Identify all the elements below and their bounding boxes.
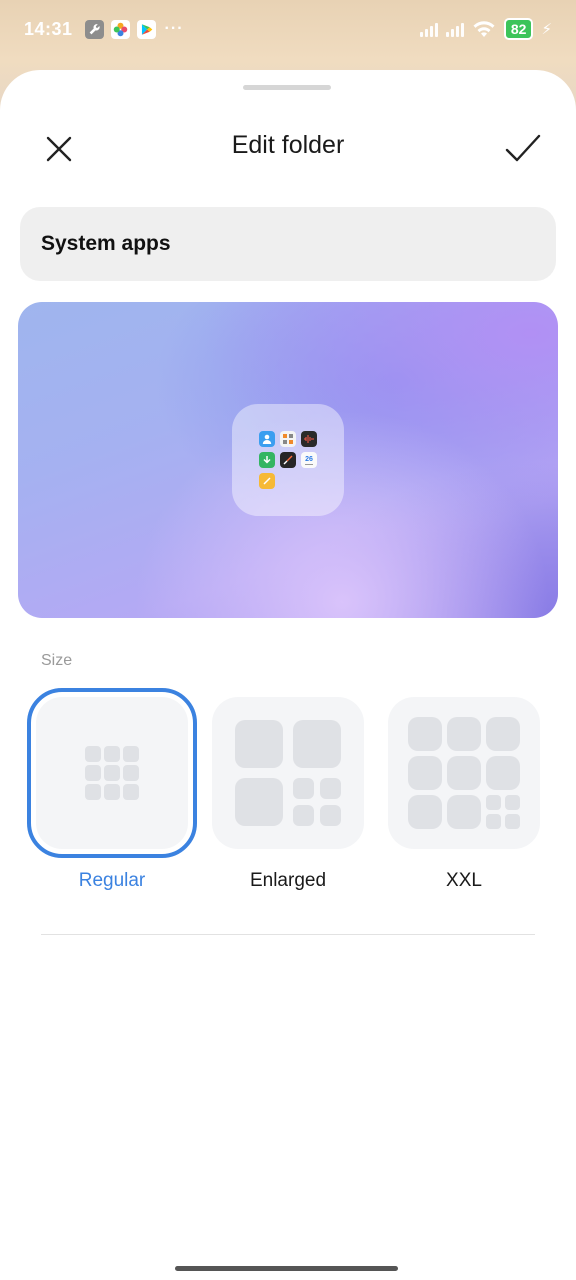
wifi-icon [473, 21, 495, 37]
battery-indicator: 82 [503, 18, 534, 40]
grid-cell [486, 814, 501, 829]
grid-cell [408, 756, 442, 790]
grid-cell [123, 746, 139, 762]
grid-cell [408, 795, 442, 829]
header: Edit folder [0, 110, 576, 180]
compass-icon [280, 452, 296, 468]
play-store-icon [136, 19, 156, 39]
divider [41, 934, 535, 935]
grid-cell [293, 805, 314, 826]
color-flower-icon [110, 19, 130, 39]
size-option-xxl[interactable] [388, 697, 540, 849]
wrench-icon [84, 19, 104, 39]
size-caption-regular[interactable]: Regular [36, 870, 188, 892]
size-caption-enlarged[interactable]: Enlarged [212, 870, 364, 892]
notes-icon [259, 473, 275, 489]
edit-folder-sheet: Edit folder System apps 26 Size Regular … [0, 70, 576, 1280]
signal-icon [445, 21, 464, 37]
grid-cell [123, 765, 139, 781]
grid-cell [85, 765, 101, 781]
grid-cell [235, 778, 283, 826]
size-section-label: Size [41, 652, 73, 669]
grid-cell [447, 717, 481, 751]
close-icon [46, 136, 72, 162]
grid-cell [447, 795, 481, 829]
grid-cell [447, 756, 481, 790]
grid-cell [85, 784, 101, 800]
status-more-indicator: ··· [164, 20, 184, 37]
size-option-enlarged[interactable] [212, 697, 364, 849]
checkmark-icon [505, 134, 541, 162]
charging-icon: ⚡ [541, 21, 552, 38]
close-button[interactable] [38, 128, 80, 170]
page-title: Edit folder [231, 130, 345, 159]
signal-icon [419, 21, 438, 37]
contacts-icon [259, 431, 275, 447]
status-right-group: 82 ⚡ [419, 18, 552, 40]
folder-name-input[interactable]: System apps [20, 207, 556, 281]
grid-cell [104, 765, 120, 781]
size-caption-xxl[interactable]: XXL [388, 870, 540, 892]
grid-cell [486, 756, 520, 790]
grid-cell [486, 795, 501, 810]
grid-cell [104, 784, 120, 800]
sound-recorder-icon [301, 431, 317, 447]
grid-cell [486, 717, 520, 751]
grid-cell [293, 778, 314, 799]
status-bar: 14:31 ··· 82 ⚡ [0, 0, 576, 58]
status-time: 14:31 [24, 18, 73, 39]
confirm-button[interactable] [500, 126, 546, 172]
calendar-day: 26 [305, 455, 313, 463]
calendar-footer-mark [305, 463, 313, 465]
downloads-icon [259, 452, 275, 468]
grid-cell [320, 805, 341, 826]
calculator-icon [280, 431, 296, 447]
grid-cell [235, 720, 283, 768]
grid-cell [505, 814, 520, 829]
drag-handle[interactable] [243, 85, 331, 90]
grid-cell [408, 717, 442, 751]
calendar-icon: 26 [301, 452, 317, 468]
folder-preview: 26 [18, 302, 558, 618]
grid-cell [104, 746, 120, 762]
home-indicator[interactable] [175, 1266, 398, 1271]
size-option-regular[interactable] [27, 688, 197, 858]
grid-cell [85, 746, 101, 762]
folder-icon-preview: 26 [232, 404, 344, 516]
grid-cell [505, 795, 520, 810]
grid-cell [320, 778, 341, 799]
grid-cell [123, 784, 139, 800]
grid-cell [293, 720, 341, 768]
